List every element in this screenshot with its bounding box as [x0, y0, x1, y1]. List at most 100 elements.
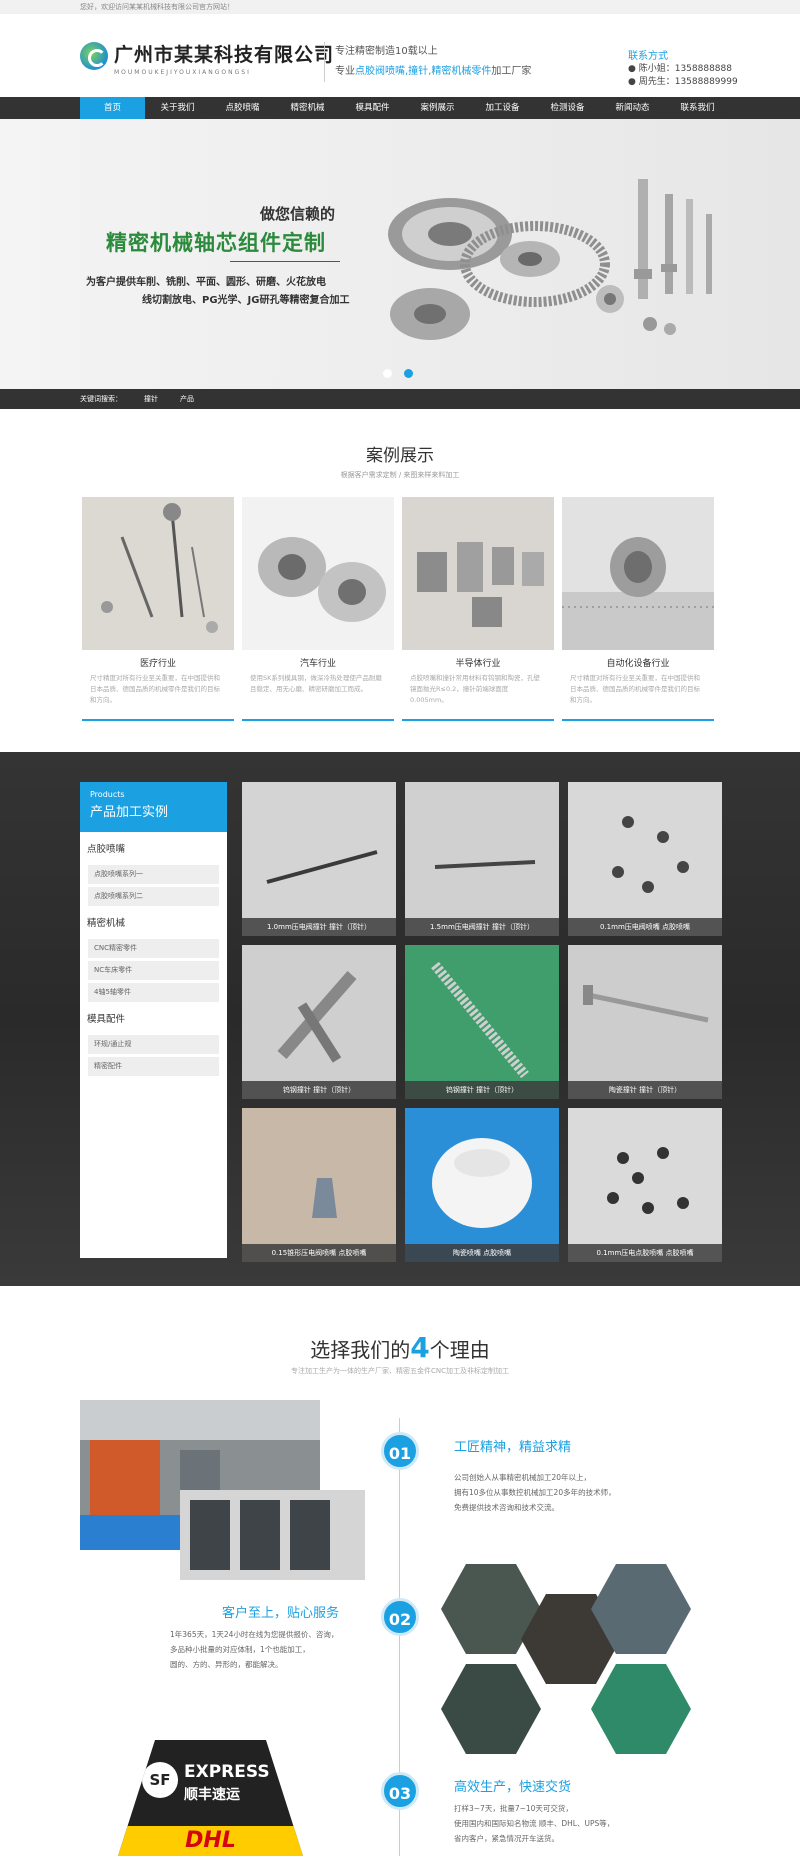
product-card[interactable]: 钨钢撞针 撞针（顶针） — [405, 945, 559, 1099]
keyword-bar: 关键词搜索： 撞针 产品 — [0, 389, 800, 409]
banner-line-1: 做您信赖的 — [260, 205, 336, 223]
keyword-link-2[interactable]: 产品 — [180, 389, 194, 409]
sidebar-category-nozzle[interactable]: 点胶喷嘴 — [80, 838, 227, 862]
sf-icon: SF — [142, 1762, 178, 1798]
sidebar-title-cn: 产品加工实例 — [90, 805, 169, 820]
carousel-dot-2[interactable] — [404, 369, 413, 378]
product-grid: 1.0mm压电阀撞针 撞针（顶针） 1.5mm压电阀撞针 撞针（顶针） 0.1m… — [242, 782, 722, 1262]
sidebar-title-en: Products — [90, 790, 125, 799]
case-name: 医疗行业 — [139, 659, 176, 669]
nav-inspection[interactable]: 检测设备 — [535, 97, 600, 119]
sidebar-sub-item[interactable]: NC车床零件 — [88, 961, 219, 980]
contact-info: 联系方式 ● 陈小姐：1358888888 ● 周先生：13588889999 — [628, 50, 738, 89]
main-nav: 首页 关于我们 点胶喷嘴 精密机械 模具配件 案例展示 加工设备 检测设备 新闻… — [0, 97, 800, 119]
product-image — [568, 782, 722, 936]
carousel-dots — [383, 369, 413, 378]
banner-divider — [230, 261, 340, 262]
case-card-semiconductor[interactable]: 半导体行业 点胶喷嘴和撞针常用材料有钨钢和陶瓷，孔壁镜面抛光R≤0.2，撞针前端… — [402, 497, 554, 721]
welcome-text: 您好，欢迎访问某某机械科技有限公司官方网站！ — [80, 3, 234, 11]
reason-badge-3: 03 — [381, 1772, 419, 1810]
sidebar-sub-item[interactable]: CNC精密零件 — [88, 939, 219, 958]
nav-nozzle[interactable]: 点胶喷嘴 — [210, 97, 275, 119]
sidebar-header: Products 产品加工实例 — [80, 782, 227, 832]
case-name: 汽车行业 — [299, 659, 336, 669]
reason-1-text: 公司创始人从事精密机械加工20年以上， 拥有10多位从事数控机械加工20多年的技术… — [454, 1473, 616, 1512]
sidebar-category-precision[interactable]: 精密机械 — [80, 912, 227, 936]
product-card[interactable]: 0.1mm压电阀喷嘴 点胶喷嘴 — [568, 782, 722, 936]
banner-line-4: 线切割放电、PG光学、JG研孔等精密复合加工 — [142, 295, 350, 306]
slogan-line-1: 专注精密制造10载以上 — [335, 46, 438, 57]
reason-3-title: 高效生产，快速交货 — [454, 1780, 572, 1795]
nav-mold[interactable]: 模具配件 — [340, 97, 405, 119]
logo[interactable]: 广州市某某科技有限公司 MOUMOUKEJIYOUXIANGONGSI — [80, 40, 334, 76]
reason-3-text: 打样3~7天，批量7~10天可交货， 使用国内和国际知名物流 顺丰、DHL、UPS… — [454, 1804, 615, 1843]
nav-news[interactable]: 新闻动态 — [600, 97, 665, 119]
reason-2-title: 客户至上，贴心服务 — [222, 1606, 340, 1621]
product-card[interactable]: 陶瓷喷嘴 点胶喷嘴 — [405, 1108, 559, 1262]
nav-home[interactable]: 首页 — [80, 97, 145, 119]
product-caption: 0.1mm压电阀喷嘴 点胶喷嘴 — [568, 918, 722, 936]
products-section: Products 产品加工实例 点胶喷嘴 点胶喷嘴系列一 点胶喷嘴系列二 精密机… — [0, 752, 800, 1286]
cases-title: 案例展示 — [366, 446, 434, 466]
keyword-label: 关键词搜索： — [80, 395, 122, 403]
company-name: 广州市某某科技有限公司 — [114, 44, 335, 66]
sidebar-sub-item[interactable]: 点胶喷嘴系列二 — [88, 887, 219, 906]
case-name: 半导体行业 — [455, 659, 501, 669]
case-card-automotive[interactable]: 汽车行业 使用SK系列模具钢，做深冷热处理使产品耐磨且稳定、用无心磨、精密研磨加… — [242, 497, 394, 721]
sidebar-sub-item[interactable]: 环规/通止规 — [88, 1035, 219, 1054]
sidebar-sub-item[interactable]: 点胶喷嘴系列一 — [88, 865, 219, 884]
sidebar-sub-item[interactable]: 精密配件 — [88, 1057, 219, 1076]
reason-badge-1: 01 — [381, 1432, 419, 1470]
express-logo: SF EXPRESS 顺丰速运 DHL — [118, 1740, 303, 1856]
nav-equipment[interactable]: 加工设备 — [470, 97, 535, 119]
product-caption: 钨钢撞针 撞针（顶针） — [242, 1081, 396, 1099]
keyword-link-1[interactable]: 撞针 — [144, 389, 158, 409]
product-card[interactable]: 1.5mm压电阀撞针 撞针（顶针） — [405, 782, 559, 936]
reasons-title: 选择我们的4个理由 — [310, 1331, 490, 1364]
nav-about[interactable]: 关于我们 — [145, 97, 210, 119]
product-caption: 1.0mm压电阀撞针 撞针（顶针） — [242, 918, 396, 936]
express-en: EXPRESS — [184, 1762, 270, 1782]
banner-parts-image — [388, 179, 712, 340]
product-image — [242, 782, 396, 936]
hero-banner[interactable]: 做您信赖的 精密机械轴芯组件定制 为客户提供车削、铣削、平面、圆形、研磨、火花放… — [0, 119, 800, 389]
product-card[interactable]: 1.0mm压电阀撞针 撞针（顶针） — [242, 782, 396, 936]
header: 广州市某某科技有限公司 MOUMOUKEJIYOUXIANGONGSI 专注精密… — [0, 14, 800, 97]
nav-contact[interactable]: 联系我们 — [665, 97, 730, 119]
case-card-medical[interactable]: 医疗行业 尺寸精度对所有行业至关重要，在中国提供和日本品质、德国品质的机械零件是… — [82, 497, 234, 721]
carousel-dot-1[interactable] — [383, 369, 392, 378]
product-caption: 钨钢撞针 撞针（顶针） — [405, 1081, 559, 1099]
nav-cases[interactable]: 案例展示 — [405, 97, 470, 119]
product-caption: 0.1mm压电点胶喷嘴 点胶喷嘴 — [568, 1244, 722, 1262]
case-card-automation[interactable]: 自动化设备行业 尺寸精度对所有行业至关重要，在中国提供和日本品质、德国品质的机械… — [562, 497, 714, 721]
case-grid: 医疗行业 尺寸精度对所有行业至关重要，在中国提供和日本品质、德国品质的机械零件是… — [82, 497, 714, 721]
product-image — [405, 1108, 559, 1262]
case-desc: 尺寸精度对所有行业至关重要，在中国提供和日本品质、德国品质的机械零件是我们的目标… — [570, 674, 700, 704]
sidebar-category-mold[interactable]: 模具配件 — [80, 1008, 227, 1032]
contact-title: 联系方式 — [628, 51, 668, 62]
product-image — [568, 945, 722, 1099]
product-caption: 陶瓷喷嘴 点胶喷嘴 — [405, 1244, 559, 1262]
product-card[interactable]: 钨钢撞针 撞针（顶针） — [242, 945, 396, 1099]
slogan-line-2: 专业点胶阀喷嘴,撞针,精密机械零件加工厂家 — [335, 66, 532, 77]
logo-icon — [80, 42, 108, 70]
nav-precision[interactable]: 精密机械 — [275, 97, 340, 119]
case-image — [242, 497, 394, 650]
top-bar: 您好，欢迎访问某某机械科技有限公司官方网站！ — [0, 0, 800, 14]
company-pinyin: MOUMOUKEJIYOUXIANGONGSI — [114, 69, 251, 76]
contact-phone-1: ● 陈小姐：1358888888 — [628, 64, 732, 74]
reasons-subtitle: 专注加工生产为一体的生产厂家、精密五金件CNC加工及非标定制加工 — [290, 1367, 509, 1375]
product-card[interactable]: 陶瓷撞针 撞针（顶针） — [568, 945, 722, 1099]
case-name: 自动化设备行业 — [606, 659, 670, 669]
product-card[interactable]: 0.1mm压电点胶喷嘴 点胶喷嘴 — [568, 1108, 722, 1262]
case-image — [82, 497, 234, 650]
dhl-logo: DHL — [118, 1826, 303, 1856]
sidebar-sub-item[interactable]: 4轴5轴零件 — [88, 983, 219, 1002]
case-desc: 尺寸精度对所有行业至关重要，在中国提供和日本品质、德国品质的机械零件是我们的目标… — [90, 674, 220, 704]
product-caption: 陶瓷撞针 撞针（顶针） — [568, 1081, 722, 1099]
reason-2-text: 1年365天，1天24小时在线为您提供报价、咨询， 多品种小批量的对应体制，1个也… — [170, 1630, 339, 1669]
contact-phone-2: ● 周先生：13588889999 — [628, 77, 738, 87]
banner-line-3: 为客户提供车削、铣削、平面、圆形、研磨、火花放电 — [86, 277, 326, 288]
product-card[interactable]: 0.15锥形压电阀喷嘴 点胶喷嘴 — [242, 1108, 396, 1262]
case-image — [562, 497, 714, 650]
